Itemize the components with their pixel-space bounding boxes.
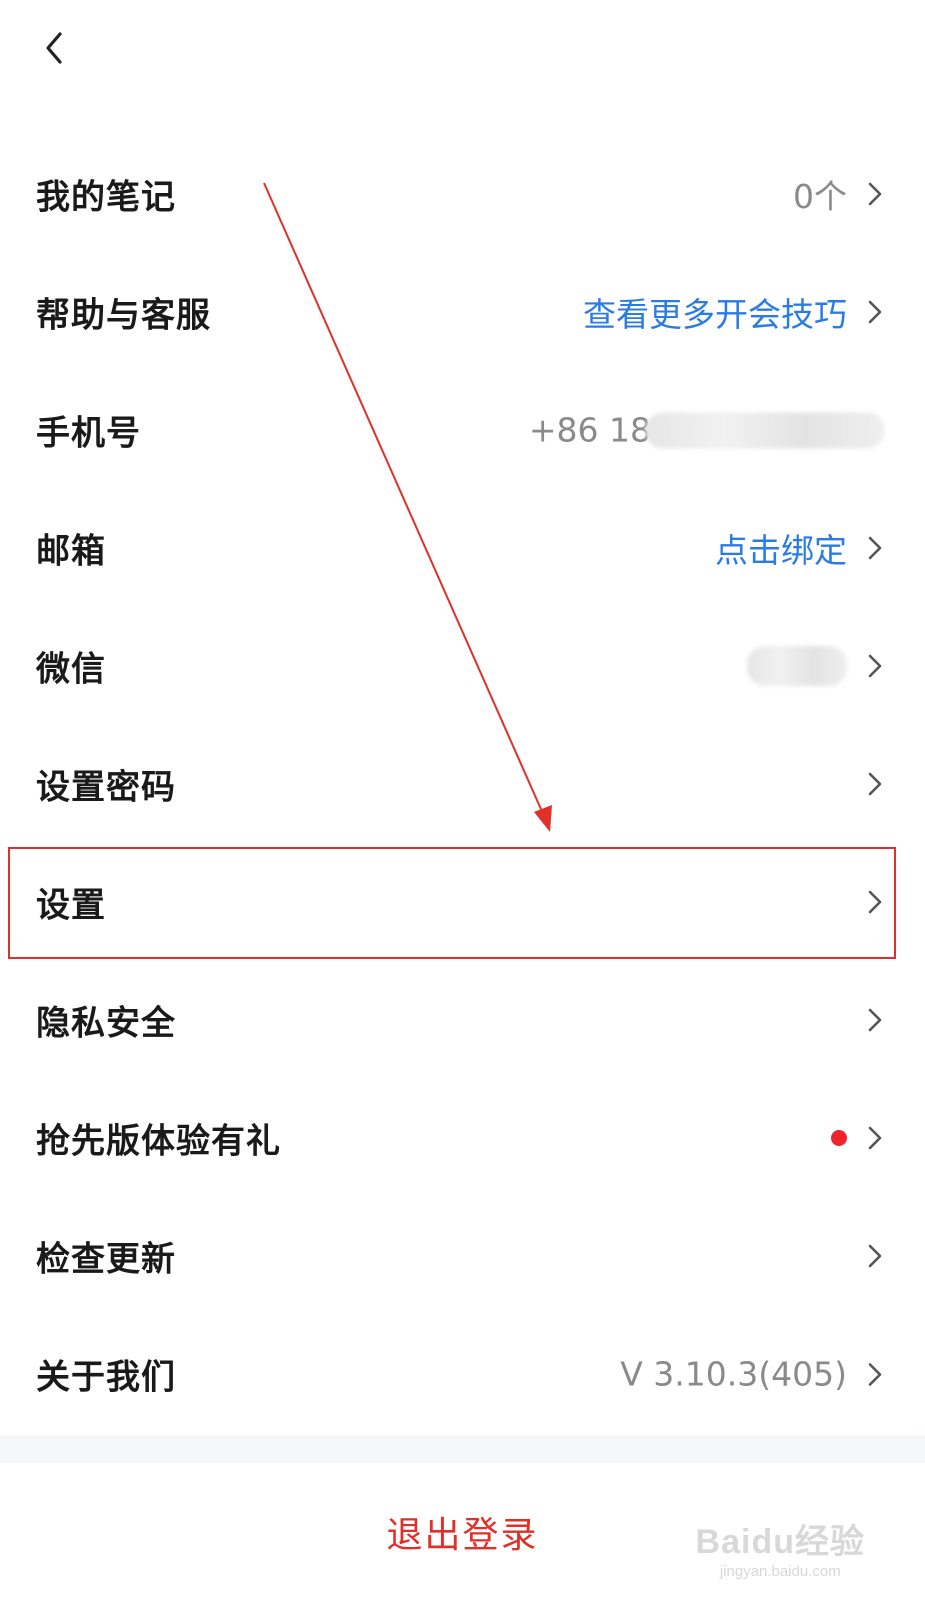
phone-value: +86 18 — [529, 411, 885, 450]
row-beta[interactable]: 抢先版体验有礼 — [0, 1079, 925, 1197]
row-settings[interactable]: 设置 — [0, 843, 925, 961]
chevron-right-icon — [865, 179, 885, 209]
version-text: V 3.10.3(405) — [620, 1354, 847, 1394]
row-notes[interactable]: 我的笔记 0个 — [0, 135, 925, 253]
row-label: 帮助与客服 — [36, 295, 211, 336]
chevron-right-icon — [865, 1359, 885, 1389]
chevron-right-icon — [865, 533, 885, 563]
section-divider — [0, 1435, 925, 1463]
chevron-right-icon — [865, 1123, 885, 1153]
top-bar — [0, 0, 925, 100]
bind-email-link[interactable]: 点击绑定 — [715, 524, 847, 572]
row-label: 手机号 — [36, 413, 141, 454]
row-label: 我的笔记 — [36, 177, 176, 218]
row-help[interactable]: 帮助与客服 查看更多开会技巧 — [0, 253, 925, 371]
notification-dot-icon — [831, 1130, 847, 1146]
row-update[interactable]: 检查更新 — [0, 1197, 925, 1315]
redacted-blur — [645, 412, 885, 448]
row-privacy[interactable]: 隐私安全 — [0, 961, 925, 1079]
row-label: 邮箱 — [36, 531, 106, 572]
row-label: 检查更新 — [36, 1239, 176, 1280]
row-phone: 手机号 +86 18 — [0, 371, 925, 489]
notes-count: 0个 — [793, 177, 847, 216]
redacted-blur — [747, 646, 847, 686]
row-label: 抢先版体验有礼 — [36, 1121, 281, 1162]
help-tips-link[interactable]: 查看更多开会技巧 — [583, 288, 847, 336]
phone-number-visible: +86 18 — [528, 410, 651, 450]
watermark-logo: Baidu经验 jingyan.baidu.com — [696, 1514, 865, 1580]
chevron-left-icon — [46, 32, 62, 64]
row-about[interactable]: 关于我们 V 3.10.3(405) — [0, 1315, 925, 1433]
row-label: 微信 — [36, 649, 106, 690]
row-label: 隐私安全 — [36, 1003, 176, 1044]
row-label: 设置密码 — [36, 767, 176, 808]
chevron-right-icon — [865, 887, 885, 917]
row-email[interactable]: 邮箱 点击绑定 — [0, 489, 925, 607]
logout-button[interactable]: 退出登录 — [386, 1506, 538, 1558]
chevron-right-icon — [865, 1241, 885, 1271]
chevron-right-icon — [865, 651, 885, 681]
watermark-main: Baidu经验 — [695, 1523, 865, 1561]
row-wechat[interactable]: 微信 — [0, 607, 925, 725]
chevron-right-icon — [865, 1005, 885, 1035]
chevron-right-icon — [865, 769, 885, 799]
watermark-sub: jingyan.baidu.com — [719, 1563, 841, 1580]
settings-list: 我的笔记 0个 帮助与客服 查看更多开会技巧 手机号 +86 18 邮箱 点击绑… — [0, 135, 925, 1433]
row-label: 关于我们 — [36, 1357, 176, 1398]
chevron-right-icon — [865, 297, 885, 327]
row-password[interactable]: 设置密码 — [0, 725, 925, 843]
back-button[interactable] — [30, 24, 78, 72]
row-label: 设置 — [36, 885, 106, 926]
